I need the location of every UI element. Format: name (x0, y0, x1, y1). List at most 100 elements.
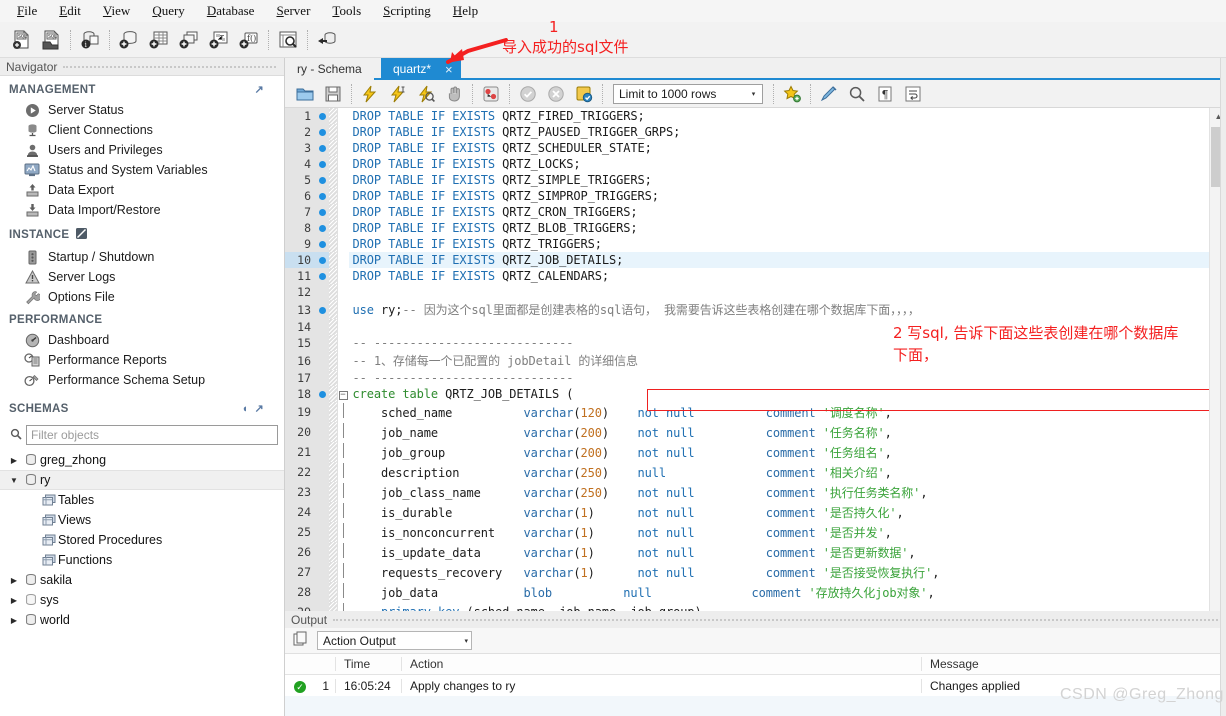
chevron-right-icon[interactable]: ▶ (6, 576, 22, 585)
code-line[interactable]: 8 DROP TABLE IF EXISTS QRTZ_BLOB_TRIGGERS… (285, 220, 1209, 236)
sidebar-item-users-privileges[interactable]: Users and Privileges (0, 140, 284, 160)
code-text[interactable]: DROP TABLE IF EXISTS QRTZ_BLOB_TRIGGERS; (349, 220, 1210, 236)
tree-item-sakila[interactable]: ▶ sakila (0, 570, 284, 590)
code-text[interactable]: job_name varchar(200) not null comment '… (349, 422, 1210, 442)
explain-icon[interactable] (414, 82, 438, 106)
code-line[interactable]: 20 job_name varchar(200) not null commen… (285, 422, 1209, 442)
filter-objects-input[interactable] (26, 425, 278, 445)
statement-marker-icon[interactable] (315, 236, 329, 252)
output-mode-select[interactable]: Action Output ▾ (317, 631, 472, 650)
code-text[interactable]: -- ---------------------------- (349, 370, 1210, 386)
toggle-sidebar-icon[interactable]: ◖ (242, 403, 255, 415)
fold-marker-icon[interactable] (337, 582, 349, 602)
menu-item-server[interactable]: Server (265, 1, 321, 21)
code-line[interactable]: 11 DROP TABLE IF EXISTS QRTZ_CALENDARS; (285, 268, 1209, 284)
save-script-icon[interactable] (321, 82, 345, 106)
code-text[interactable]: job_group varchar(200) not null comment … (349, 442, 1210, 462)
sidebar-item-status-variables[interactable]: Status and System Variables (0, 160, 284, 180)
statement-marker-icon[interactable] (315, 462, 329, 482)
statement-marker-icon[interactable] (315, 300, 329, 319)
code-line[interactable]: 2 DROP TABLE IF EXISTS QRTZ_PAUSED_TRIGGE… (285, 124, 1209, 140)
tree-item-sys[interactable]: ▶ sys (0, 590, 284, 610)
tree-item-greg_zhong[interactable]: ▶ greg_zhong (0, 450, 284, 470)
code-line[interactable]: 24 is_durable varchar(1) not null commen… (285, 502, 1209, 522)
code-line[interactable]: 13 use ry;-- 因为这个sql里面都是创建表格的sql语句， 我需要告诉… (285, 300, 1209, 319)
code-line[interactable]: 5 DROP TABLE IF EXISTS QRTZ_SIMPLE_TRIGGE… (285, 172, 1209, 188)
new-stored-procedure-icon[interactable] (206, 27, 232, 53)
code-text[interactable]: DROP TABLE IF EXISTS QRTZ_LOCKS; (349, 156, 1210, 172)
code-line[interactable]: 28 job_data blob null comment '存放持久化job对… (285, 582, 1209, 602)
autocommit-icon[interactable] (572, 82, 596, 106)
new-table-icon[interactable] (146, 27, 172, 53)
statement-marker-icon[interactable] (315, 386, 329, 402)
menu-item-database[interactable]: Database (196, 1, 266, 21)
chevron-down-icon[interactable]: ▼ (6, 476, 22, 485)
code-line[interactable]: 1 DROP TABLE IF EXISTS QRTZ_FIRED_TRIGGER… (285, 108, 1209, 124)
fold-marker-icon[interactable] (337, 319, 349, 335)
tree-item-ry[interactable]: ▼ ry (0, 470, 284, 490)
execute-icon[interactable] (358, 82, 382, 106)
sidebar-item-data-import[interactable]: Data Import/Restore (0, 200, 284, 220)
execute-current-statement-icon[interactable] (386, 82, 410, 106)
code-text[interactable]: create table QRTZ_JOB_DETAILS ( (349, 386, 1210, 402)
sidebar-item-dashboard[interactable]: Dashboard (0, 330, 284, 350)
sidebar-item-server-logs[interactable]: Server Logs (0, 267, 284, 287)
statement-marker-icon[interactable] (315, 422, 329, 442)
new-schema-icon[interactable] (116, 27, 142, 53)
code-line[interactable]: 18 − create table QRTZ_JOB_DETAILS ( (285, 386, 1209, 402)
row-limit-select[interactable]: Limit to 1000 rows ▾ (613, 83, 763, 104)
statement-marker-icon[interactable] (315, 542, 329, 562)
menu-item-file[interactable]: File (6, 1, 48, 21)
code-line[interactable]: 12 (285, 284, 1209, 300)
open-sql-script-icon[interactable]: SQL (38, 27, 64, 53)
code-text[interactable]: DROP TABLE IF EXISTS QRTZ_SIMPLE_TRIGGER… (349, 172, 1210, 188)
code-line[interactable]: 3 DROP TABLE IF EXISTS QRTZ_SCHEDULER_STA… (285, 140, 1209, 156)
chevron-right-icon[interactable]: ▶ (6, 456, 22, 465)
fold-marker-icon[interactable] (337, 542, 349, 562)
fold-marker-icon[interactable] (337, 220, 349, 236)
code-line[interactable]: 21 job_group varchar(200) not null comme… (285, 442, 1209, 462)
sidebar-item-options-file[interactable]: Options File (0, 287, 284, 307)
statement-marker-icon[interactable] (315, 124, 329, 140)
invisible-chars-icon[interactable]: ¶ (873, 82, 897, 106)
code-line[interactable]: 25 is_nonconcurrent varchar(1) not null … (285, 522, 1209, 542)
code-line[interactable]: 23 job_class_name varchar(250) not null … (285, 482, 1209, 502)
fold-marker-icon[interactable]: − (337, 386, 349, 402)
menu-item-tools[interactable]: Tools (321, 1, 372, 21)
code-text[interactable]: DROP TABLE IF EXISTS QRTZ_CALENDARS; (349, 268, 1210, 284)
tree-item-tables[interactable]: Tables (0, 490, 284, 510)
fold-marker-icon[interactable] (337, 284, 349, 300)
statement-marker-icon[interactable] (315, 442, 329, 462)
code-text[interactable]: job_class_name varchar(250) not null com… (349, 482, 1210, 502)
code-line[interactable]: 27 requests_recovery varchar(1) not null… (285, 562, 1209, 582)
beautify-sql-icon[interactable] (817, 82, 841, 106)
code-text[interactable]: is_durable varchar(1) not null comment '… (349, 502, 1210, 522)
fold-marker-icon[interactable] (337, 335, 349, 351)
expand-icon[interactable]: ↗ (254, 402, 276, 415)
code-text[interactable]: requests_recovery varchar(1) not null co… (349, 562, 1210, 582)
menu-item-help[interactable]: Help (442, 1, 489, 21)
chevron-down-icon[interactable]: ▾ (745, 84, 762, 103)
code-line[interactable]: 6 DROP TABLE IF EXISTS QRTZ_SIMPROP_TRIGG… (285, 188, 1209, 204)
fold-marker-icon[interactable] (337, 502, 349, 522)
code-line[interactable]: 10 DROP TABLE IF EXISTS QRTZ_JOB_DETAILS; (285, 252, 1209, 268)
code-text[interactable] (349, 284, 1210, 300)
fold-marker-icon[interactable] (337, 370, 349, 386)
statement-marker-icon[interactable] (315, 204, 329, 220)
statement-marker-icon[interactable] (315, 156, 329, 172)
code-line[interactable]: 26 is_update_data varchar(1) not null co… (285, 542, 1209, 562)
fold-marker-icon[interactable] (337, 351, 349, 370)
wrap-lines-icon[interactable] (901, 82, 925, 106)
menu-item-edit[interactable]: Edit (48, 1, 92, 21)
fold-marker-icon[interactable] (337, 204, 349, 220)
new-connection-info-icon[interactable]: i (77, 27, 103, 53)
sidebar-item-performance-reports[interactable]: Performance Reports (0, 350, 284, 370)
fold-marker-icon[interactable] (337, 188, 349, 204)
statement-marker-icon[interactable] (315, 582, 329, 602)
toggle-execution-plan-icon[interactable] (479, 82, 503, 106)
tree-item-world[interactable]: ▶ world (0, 610, 284, 630)
statement-marker-icon[interactable] (315, 220, 329, 236)
fold-marker-icon[interactable] (337, 252, 349, 268)
fold-marker-icon[interactable] (337, 124, 349, 140)
chevron-down-icon[interactable]: ▾ (464, 637, 468, 645)
